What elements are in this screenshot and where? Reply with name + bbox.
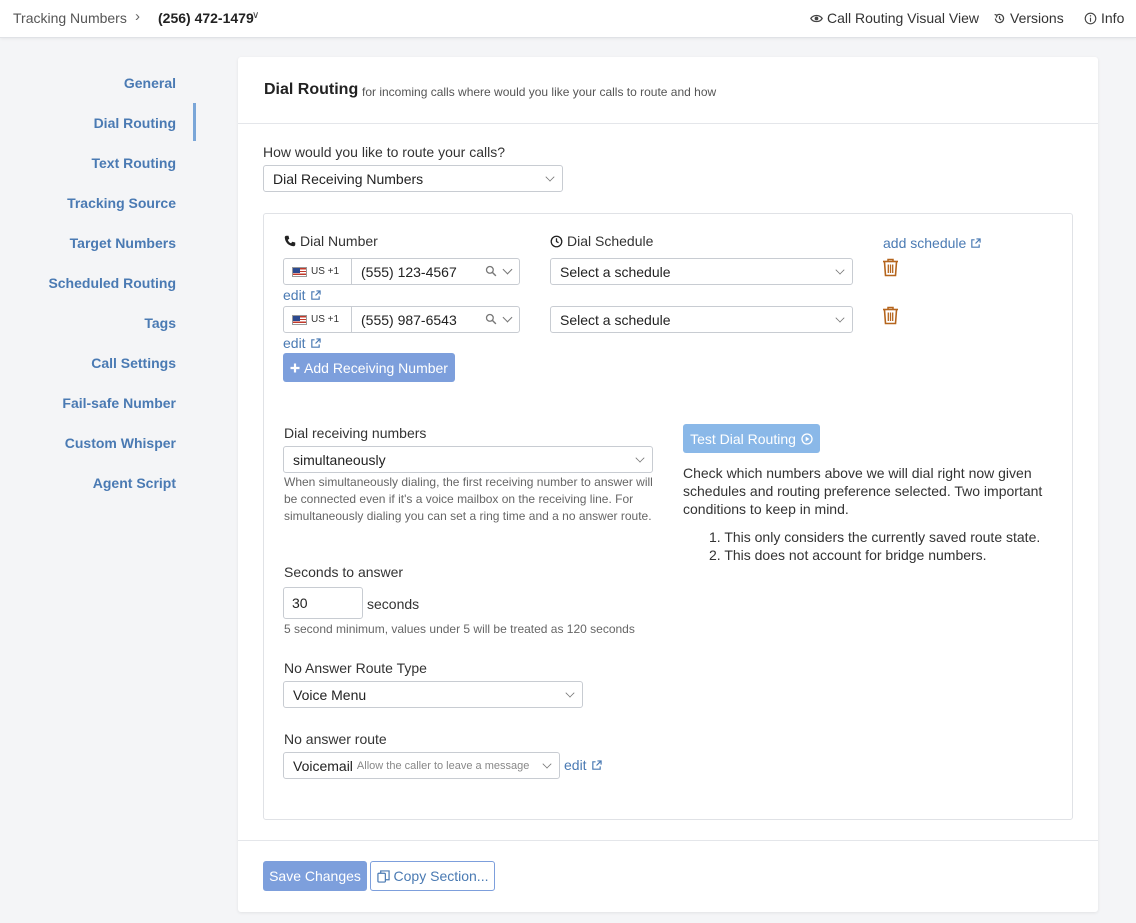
plus-icon bbox=[290, 363, 300, 372]
sidebar-item-text-routing[interactable]: Text Routing bbox=[91, 155, 176, 171]
list-item: 2. This does not account for bridge numb… bbox=[709, 547, 987, 563]
page-subtitle: for incoming calls where would you like … bbox=[362, 85, 717, 99]
chevron-down-icon bbox=[835, 313, 845, 323]
no-answer-type-select[interactable]: Voice Menu bbox=[283, 681, 583, 708]
active-indicator bbox=[193, 103, 196, 141]
receiving-number-input[interactable]: US +1 (555) 987-6543 bbox=[283, 306, 520, 333]
route-type-select[interactable]: Dial Receiving Numbers bbox=[263, 165, 563, 192]
chevron-down-icon bbox=[502, 312, 513, 323]
eye-icon bbox=[810, 14, 823, 22]
us-flag-icon bbox=[292, 266, 307, 277]
play-circle-icon bbox=[801, 432, 813, 445]
external-link-icon bbox=[310, 289, 321, 300]
info-link[interactable]: Info bbox=[1084, 10, 1124, 26]
clock-icon bbox=[550, 235, 563, 247]
chevron-down-icon bbox=[635, 453, 645, 463]
no-answer-route-label: No answer route bbox=[284, 731, 387, 747]
external-link-icon bbox=[591, 759, 602, 770]
chevron-down-icon bbox=[545, 172, 555, 182]
schedule-select[interactable]: Select a schedule bbox=[550, 258, 853, 285]
copy-icon bbox=[376, 869, 390, 883]
sidebar-item-general[interactable]: General bbox=[124, 75, 176, 91]
sidebar-item-target-numbers[interactable]: Target Numbers bbox=[70, 235, 176, 251]
dial-schedule-header: Dial Schedule bbox=[550, 233, 653, 249]
seconds-unit: seconds bbox=[367, 596, 420, 612]
sidebar-item-scheduled-routing[interactable]: Scheduled Routing bbox=[48, 275, 176, 291]
copy-section-button[interactable]: Copy Section... bbox=[370, 861, 495, 891]
test-description: Check which numbers above we will dial r… bbox=[683, 465, 1043, 517]
footer-divider bbox=[238, 840, 1098, 841]
versions-label: Versions bbox=[1010, 10, 1064, 26]
receiving-number-value: (555) 987-6543 bbox=[361, 312, 457, 328]
trash-icon[interactable] bbox=[882, 306, 899, 325]
test-dial-routing-button[interactable]: Test Dial Routing bbox=[683, 424, 820, 453]
schedule-select[interactable]: Select a schedule bbox=[550, 306, 853, 333]
route-question: How would you like to route your calls? bbox=[263, 144, 506, 160]
sidebar-item-dial-routing[interactable]: Dial Routing bbox=[94, 115, 176, 131]
top-bar: Tracking Numbers › (256) 472-1479 ∨ Call… bbox=[0, 0, 1136, 38]
edit-number-link[interactable]: edit bbox=[283, 335, 321, 351]
save-changes-button[interactable]: Save Changes bbox=[263, 861, 367, 891]
page-title: Dial Routing bbox=[264, 81, 359, 98]
no-answer-type-label: No Answer Route Type bbox=[284, 660, 427, 676]
list-item: 1. This only considers the currently sav… bbox=[709, 529, 1041, 545]
sidebar-item-custom-whisper[interactable]: Custom Whisper bbox=[65, 435, 176, 451]
dial-mode-select[interactable]: simultaneously bbox=[283, 446, 653, 473]
sidebar-item-tags[interactable]: Tags bbox=[144, 315, 176, 331]
test-conditions: 1. This only considers the currently sav… bbox=[709, 528, 1040, 564]
chevron-down-icon bbox=[835, 265, 845, 275]
info-label: Info bbox=[1101, 10, 1125, 26]
info-icon bbox=[1084, 12, 1097, 24]
chevron-down-icon bbox=[542, 759, 552, 769]
dial-number-header: Dial Number bbox=[284, 233, 378, 249]
sidebar-item-agent-script[interactable]: Agent Script bbox=[93, 475, 176, 491]
country-code-select[interactable]: US +1 bbox=[284, 259, 352, 284]
edit-number-link[interactable]: edit bbox=[283, 287, 321, 303]
route-type-value: Dial Receiving Numbers bbox=[273, 170, 424, 187]
card-header: Dial Routing for incoming calls where wo… bbox=[238, 57, 1098, 124]
add-schedule-link[interactable]: add schedule bbox=[883, 235, 981, 251]
visual-view-label: Call Routing Visual View bbox=[827, 10, 980, 26]
history-icon bbox=[994, 13, 1005, 23]
chevron-down-icon[interactable]: ∨ bbox=[252, 10, 259, 21]
trash-icon[interactable] bbox=[882, 258, 899, 277]
sidebar-item-tracking-source[interactable]: Tracking Source bbox=[67, 195, 176, 211]
visual-view-link[interactable]: Call Routing Visual View bbox=[810, 10, 979, 26]
no-answer-route-select[interactable]: Voicemail Allow the caller to leave a me… bbox=[283, 752, 560, 779]
receiving-number-value: (555) 123-4567 bbox=[361, 264, 457, 280]
add-receiving-number-button[interactable]: Add Receiving Number bbox=[283, 353, 455, 382]
phone-icon bbox=[284, 235, 296, 247]
receiving-number-input[interactable]: US +1 (555) 123-4567 bbox=[283, 258, 520, 285]
external-link-icon bbox=[971, 237, 981, 248]
seconds-input[interactable]: 30 bbox=[283, 587, 363, 619]
dial-mode-help: When simultaneously dialing, the first r… bbox=[284, 475, 653, 523]
search-icon bbox=[485, 313, 497, 325]
search-icon bbox=[485, 265, 497, 277]
external-link-icon bbox=[310, 337, 321, 348]
sidebar-item-call-settings[interactable]: Call Settings bbox=[91, 355, 176, 371]
breadcrumb-current[interactable]: (256) 472-1479 bbox=[158, 10, 254, 26]
sidebar-item-fail-safe-number[interactable]: Fail-safe Number bbox=[62, 395, 176, 411]
chevron-right-icon: › bbox=[135, 8, 140, 25]
country-code-select[interactable]: US +1 bbox=[284, 307, 352, 332]
edit-no-answer-route-link[interactable]: edit bbox=[564, 757, 602, 773]
breadcrumb-root[interactable]: Tracking Numbers bbox=[13, 10, 127, 26]
seconds-help: 5 second minimum, values under 5 will be… bbox=[284, 622, 635, 636]
us-flag-icon bbox=[292, 314, 307, 325]
versions-link[interactable]: Versions bbox=[993, 10, 1064, 26]
chevron-down-icon bbox=[565, 688, 575, 698]
dial-mode-label: Dial receiving numbers bbox=[284, 425, 427, 441]
chevron-down-icon bbox=[502, 264, 513, 275]
seconds-label: Seconds to answer bbox=[284, 564, 404, 580]
no-answer-route-hint: Allow the caller to leave a message bbox=[356, 759, 530, 772]
